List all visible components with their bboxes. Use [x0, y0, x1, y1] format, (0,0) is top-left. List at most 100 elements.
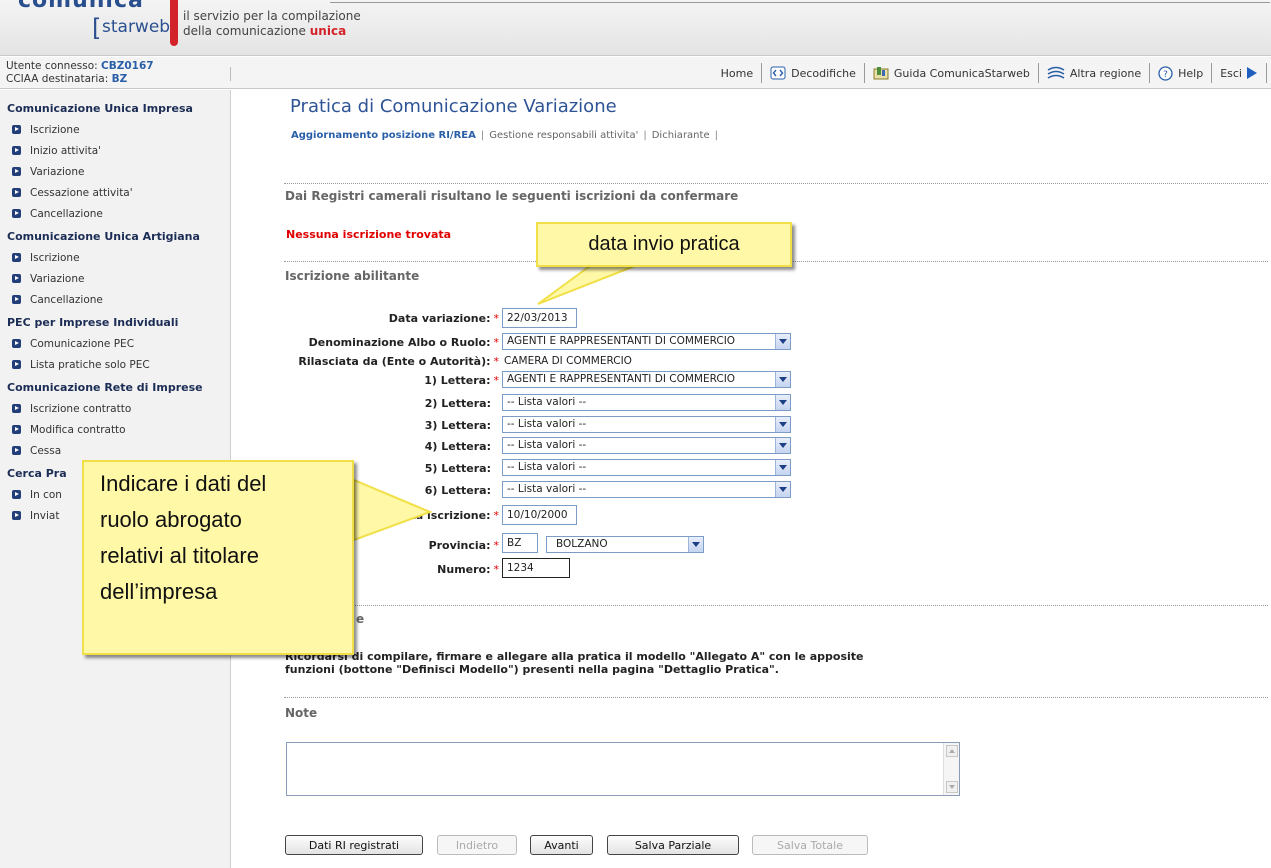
sidebar-item-iscrizione[interactable]: Iscrizione: [0, 119, 230, 140]
page-title: Pratica di Comunicazione Variazione: [290, 96, 617, 117]
salva-totale-button[interactable]: Salva Totale: [752, 835, 868, 855]
lettera1-select[interactable]: AGENTI E RAPPRESENTANTI DI COMMERCIO: [502, 371, 791, 388]
sidebar-item-label: Iscrizione: [30, 123, 80, 136]
sidebar-item-label: Variazione: [30, 165, 85, 178]
home-link[interactable]: Home: [713, 63, 763, 83]
esci-link[interactable]: Esci: [1212, 63, 1267, 83]
select-value: AGENTI E RAPPRESENTANTI DI COMMERCIO: [507, 335, 736, 347]
denominazione-select[interactable]: AGENTI E RAPPRESENTANTI DI COMMERCIO: [502, 333, 791, 350]
lettera6-select[interactable]: -- Lista valori --: [502, 481, 791, 498]
sidebar-item-variazione[interactable]: Variazione: [0, 161, 230, 182]
sidebar-item-modifica-contratto[interactable]: Modifica contratto: [0, 419, 230, 440]
sidebar-item-iscrizione-contratto[interactable]: Iscrizione contratto: [0, 398, 230, 419]
required-mark: *: [493, 336, 500, 349]
lettera3-label: 3) Lettera:: [424, 419, 491, 432]
sidebar-item-inizio-attivita[interactable]: Inizio attivita': [0, 140, 230, 161]
sidebar-item-cancellazione-artigiana[interactable]: Cancellazione: [0, 289, 230, 310]
data-iscrizione-label: Data iscrizione: *: [394, 509, 499, 522]
sidebar-item-iscrizione-artigiana[interactable]: Iscrizione: [0, 247, 230, 268]
user-separator: [230, 67, 231, 81]
logo-red-bar: [170, 0, 178, 46]
sidebar-item-label: In con: [30, 488, 62, 501]
sidebar-item-variazione-artigiana[interactable]: Variazione: [0, 268, 230, 289]
lettera2-select[interactable]: -- Lista valori --: [502, 394, 791, 411]
dropdown-arrow-icon: [775, 417, 790, 432]
sidebar-item-label: Modifica contratto: [30, 423, 126, 436]
user-value: CBZ0167: [101, 60, 154, 72]
help-label: Help: [1178, 66, 1204, 80]
provincia-code-input[interactable]: BZ: [502, 533, 538, 553]
bullet-arrow-icon: [12, 209, 21, 218]
scroll-down-icon[interactable]: [946, 781, 958, 793]
salva-parziale-button[interactable]: Salva Parziale: [607, 835, 739, 855]
bullet-arrow-icon: [12, 146, 21, 155]
reminder-line1: Ricordarsi di compilare, firmare e alleg…: [285, 650, 864, 663]
dati-ri-registrati-button[interactable]: Dati RI registrati: [285, 835, 423, 855]
top-rule: [330, 2, 1270, 3]
required-mark: *: [493, 374, 500, 387]
required-mark: *: [493, 355, 500, 368]
scroll-up-icon[interactable]: [946, 745, 958, 757]
section-iscrizione-title: Iscrizione abilitante: [285, 269, 420, 283]
decodifiche-link[interactable]: Decodifiche: [762, 63, 865, 83]
data-variazione-input[interactable]: 22/03/2013: [502, 308, 577, 328]
sidebar-item-cessazione-contratto[interactable]: Cessa: [0, 440, 230, 461]
help-icon: ?: [1158, 65, 1173, 81]
provincia-label: Provincia: *: [429, 539, 499, 552]
textarea-scrollbar[interactable]: [943, 743, 959, 795]
bullet-arrow-icon: [12, 274, 21, 283]
guida-link[interactable]: Guida ComunicaStarweb: [865, 63, 1039, 83]
breadcrumb-separator: |: [480, 130, 485, 141]
cciaa-label: CCIAA destinataria:: [6, 73, 112, 85]
label-text: Provincia:: [428, 539, 491, 552]
sidebar-group-title: Comunicazione Unica Artigiana: [7, 230, 200, 243]
lettera3-select[interactable]: -- Lista valori --: [502, 416, 791, 433]
breadcrumb: Aggiornamento posizione RI/REA | Gestione …: [291, 130, 723, 141]
avanti-button[interactable]: Avanti: [530, 835, 593, 855]
breadcrumb-step-dichiarante[interactable]: Dichiarante: [652, 130, 710, 141]
altra-regione-link[interactable]: Altra regione: [1039, 63, 1151, 83]
callout-line: ruolo abrogato: [100, 507, 242, 532]
dropdown-arrow-icon: [688, 537, 703, 552]
select-value: -- Lista valori --: [507, 439, 587, 451]
code-brackets-icon: [770, 66, 786, 80]
lettera5-label: 5) Lettera:: [424, 462, 491, 475]
sidebar-item-cessazione-attivita[interactable]: Cessazione attivita': [0, 182, 230, 203]
data-iscrizione-input[interactable]: 10/10/2000: [502, 505, 577, 525]
sidebar-item-cancellazione[interactable]: Cancellazione: [0, 203, 230, 224]
breadcrumb-step-aggiornamento[interactable]: Aggiornamento posizione RI/REA: [291, 130, 476, 141]
indietro-button[interactable]: Indietro: [437, 835, 517, 855]
bullet-arrow-icon: [12, 253, 21, 262]
sidebar-item-comunicazione-pec[interactable]: Comunicazione PEC: [0, 333, 230, 354]
section-registri-title: Dai Registri camerali risultano le segue…: [285, 189, 739, 203]
lettera5-select[interactable]: -- Lista valori --: [502, 459, 791, 476]
help-link[interactable]: ? Help: [1150, 63, 1213, 83]
svg-text:?: ?: [1163, 70, 1168, 80]
sidebar-item-lista-pratiche-pec[interactable]: Lista pratiche solo PEC: [0, 354, 230, 375]
data-variazione-label: Data variazione: *: [389, 312, 499, 325]
rilasciata-value: CAMERA DI COMMERCIO: [504, 355, 632, 367]
bullet-arrow-icon: [12, 404, 21, 413]
sidebar-item-label: Lista pratiche solo PEC: [30, 358, 150, 371]
note-textarea[interactable]: [286, 742, 960, 796]
bullet-arrow-icon: [12, 446, 21, 455]
numero-input[interactable]: 1234: [502, 558, 570, 578]
sidebar-group-title: PEC per Imprese Individuali: [7, 316, 179, 329]
bullet-arrow-icon: [12, 360, 21, 369]
divider: [284, 697, 1268, 698]
logo-bracket: [: [92, 14, 102, 42]
breadcrumb-step-responsabili[interactable]: Gestione responsabili attivita': [489, 130, 638, 141]
lettera4-select[interactable]: -- Lista valori --: [502, 437, 791, 454]
sidebar-item-label: Cancellazione: [30, 293, 103, 306]
lettera4-label: 4) Lettera:: [424, 440, 491, 453]
user-label: Utente connesso:: [6, 60, 102, 72]
bullet-arrow-icon: [12, 339, 21, 348]
provincia-select[interactable]: BOLZANO: [546, 536, 704, 553]
label-text: Rilasciata da (Ente o Autorità):: [298, 355, 491, 368]
top-links: Home Decodifiche Guida ComunicaStarweb A…: [713, 63, 1267, 83]
tagline-line1: il servizio per la compilazione: [183, 9, 361, 23]
divider: [284, 605, 1268, 606]
required-mark: *: [493, 539, 500, 552]
callout-line: Indicare i dati del: [100, 471, 267, 496]
lettera2-label: 2) Lettera:: [424, 397, 491, 410]
